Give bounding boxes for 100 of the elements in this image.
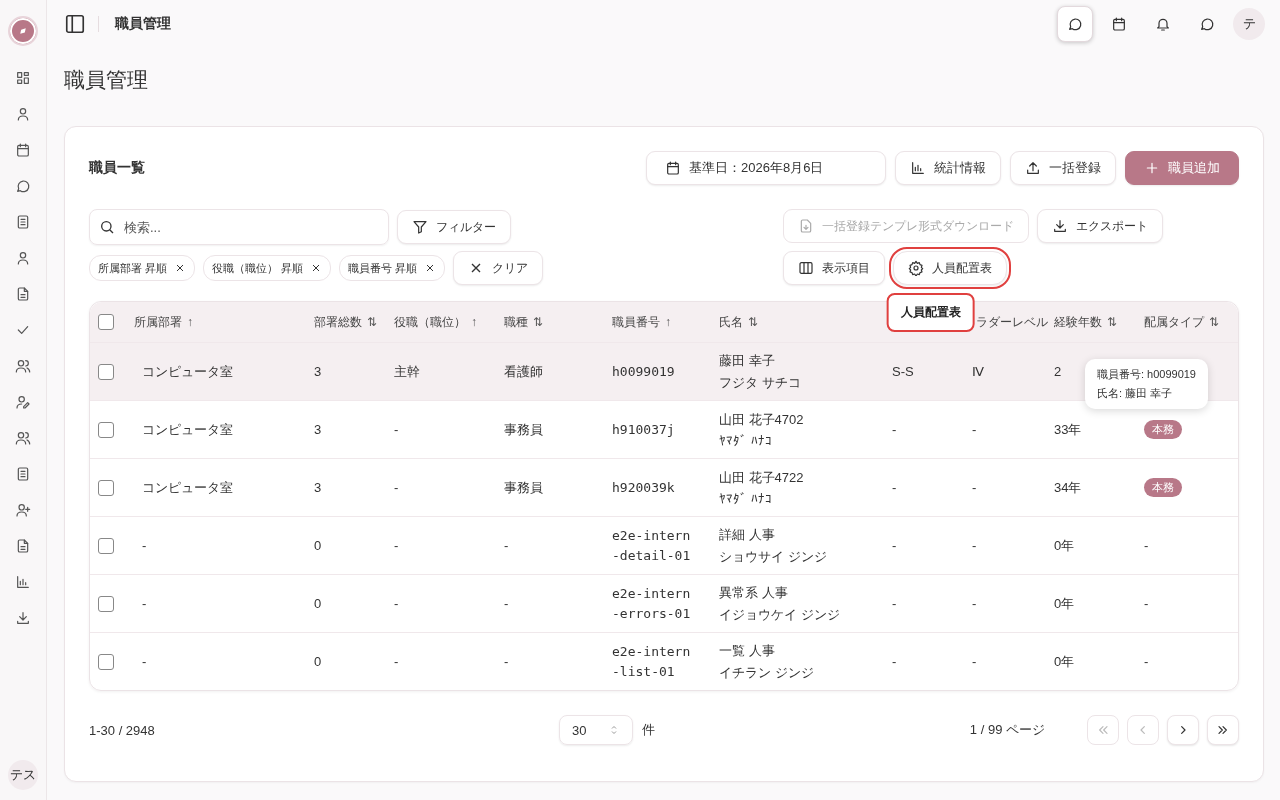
upload-icon bbox=[1025, 160, 1041, 176]
document-icon bbox=[15, 214, 31, 230]
sidebar-toggle-button[interactable] bbox=[64, 13, 86, 35]
position-cell: - bbox=[394, 596, 399, 611]
staff-name: 山田 花子4702 bbox=[719, 411, 804, 429]
experience-years-cell: 33年 bbox=[1054, 420, 1082, 439]
statistics-button[interactable]: 統計情報 bbox=[895, 151, 1001, 185]
row-checkbox[interactable] bbox=[98, 537, 114, 554]
staff-name-kana: フジタ サチコ bbox=[719, 373, 801, 392]
calendar-icon bbox=[1111, 16, 1127, 32]
job-type-cell: - bbox=[504, 654, 509, 669]
page-size-select[interactable]: 30 bbox=[559, 715, 633, 745]
grade-cell: - bbox=[892, 654, 897, 669]
tooltip-line: 氏名: 藤田 幸子 bbox=[1096, 386, 1174, 401]
bar-chart-icon bbox=[15, 574, 31, 590]
assignment-cell: - bbox=[1144, 538, 1149, 553]
staff-number-cell-text: h920039k bbox=[612, 478, 676, 497]
staff-name: 詳細 人事 bbox=[719, 525, 775, 544]
compass-logo-icon[interactable] bbox=[8, 16, 38, 46]
ladder-level-cell: - bbox=[972, 480, 977, 495]
date-button[interactable]: 基準日：2026年8月6日 bbox=[646, 151, 886, 185]
sort-indicator[interactable]: ⇅ bbox=[1107, 315, 1118, 329]
department-count-cell: 3 bbox=[314, 480, 322, 495]
sort-chip[interactable]: 職員番号 昇順 bbox=[339, 255, 446, 281]
sort-indicator[interactable]: ↑ bbox=[471, 315, 477, 329]
column-header[interactable]: 氏名 bbox=[719, 313, 743, 331]
row-checkbox[interactable] bbox=[98, 363, 114, 380]
department-count-cell: 0 bbox=[314, 596, 322, 611]
department-count-cell: 3 bbox=[314, 422, 322, 437]
row-checkbox[interactable] bbox=[98, 595, 114, 612]
experience-years-cell: 0年 bbox=[1054, 536, 1075, 555]
notification-icon bbox=[1155, 16, 1171, 32]
department-count-cell: 0 bbox=[314, 654, 322, 669]
column-header[interactable]: 役職（職位） bbox=[394, 313, 466, 331]
grid-icon bbox=[15, 70, 31, 86]
sort-indicator[interactable]: ↑ bbox=[187, 315, 193, 329]
job-type-cell: 看護師 bbox=[504, 362, 543, 381]
column-header[interactable]: 所属部署 bbox=[134, 313, 182, 331]
staff-name-kana: ﾔﾏﾀﾞ ﾊﾅｺ bbox=[719, 433, 772, 448]
column-header[interactable]: 部署総数 bbox=[314, 313, 362, 331]
column-header[interactable]: 経験年数 bbox=[1054, 313, 1102, 331]
staff-name-kana: ショウサイ ジンジ bbox=[719, 547, 827, 566]
sort-indicator[interactable]: ↑ bbox=[665, 315, 671, 329]
calendar-icon bbox=[15, 142, 31, 158]
column-header[interactable]: 配属タイプ bbox=[1144, 313, 1204, 331]
staff-name-kana: イチラン ジンジ bbox=[719, 663, 814, 682]
column-header[interactable]: ラダーレベル bbox=[976, 313, 1048, 331]
select-all-checkbox[interactable] bbox=[98, 314, 114, 330]
clear-button[interactable]: クリア bbox=[453, 251, 544, 285]
search-icon bbox=[99, 219, 115, 235]
staff-number-cell-text: h0099019 bbox=[612, 362, 676, 381]
calendar-icon bbox=[665, 160, 681, 176]
last-page-button[interactable] bbox=[1207, 715, 1239, 745]
tooltip-line: 職員番号: h0099019 bbox=[1096, 367, 1196, 382]
record-range: 1-30 / 2948 bbox=[89, 722, 156, 738]
grade-cell: - bbox=[892, 538, 897, 553]
grade-cell: S-S bbox=[892, 364, 914, 379]
bulk-register-button[interactable]: 一括登録 bbox=[1010, 151, 1116, 185]
search-field[interactable]: 検索... bbox=[89, 209, 389, 245]
column-header[interactable]: 職員番号 bbox=[612, 313, 660, 331]
row-checkbox[interactable] bbox=[98, 653, 114, 670]
assignment-cell: - bbox=[1144, 654, 1149, 669]
department-count-cell: 0 bbox=[314, 538, 322, 553]
chat-icon bbox=[1067, 16, 1083, 32]
grade-cell: - bbox=[892, 480, 897, 495]
filter-button[interactable]: フィルター bbox=[397, 210, 511, 244]
person-pencil-icon bbox=[15, 394, 31, 410]
sort-chip[interactable]: 役職（職位） 昇順 bbox=[203, 255, 332, 281]
file-icon bbox=[15, 286, 31, 302]
position-cell: - bbox=[394, 422, 399, 437]
department-cell: - bbox=[142, 654, 147, 669]
grade-cell: - bbox=[892, 596, 897, 611]
sort-indicator[interactable]: ⇅ bbox=[533, 315, 544, 329]
row-checkbox[interactable] bbox=[98, 479, 114, 496]
department-cell: コンピュータ室 bbox=[142, 362, 233, 381]
user-avatar[interactable]: テス bbox=[8, 760, 38, 790]
user-avatar[interactable]: テ bbox=[1233, 8, 1265, 40]
person-icon bbox=[15, 106, 31, 122]
export-button[interactable]: エクスポート bbox=[1037, 209, 1163, 243]
sort-indicator[interactable]: ⇅ bbox=[748, 315, 759, 329]
person-icon bbox=[15, 250, 31, 266]
sort-indicator[interactable]: ⇅ bbox=[367, 315, 378, 329]
ladder-level-cell: - bbox=[972, 538, 977, 553]
ladder-level-cell: - bbox=[972, 654, 977, 669]
columns-button[interactable]: 表示項目 bbox=[783, 251, 885, 285]
card-title: 職員一覧 bbox=[89, 159, 145, 177]
experience-years-cell: 0年 bbox=[1054, 652, 1075, 671]
staff-name-kana: イジョウケイ ジンジ bbox=[719, 605, 840, 624]
experience-years-cell: 34年 bbox=[1054, 478, 1082, 497]
download-icon bbox=[1052, 218, 1068, 234]
page-info: 1 / 99 ページ bbox=[969, 721, 1045, 739]
sort-chip[interactable]: 所属部署 昇順 bbox=[89, 255, 196, 281]
people-icon bbox=[15, 430, 31, 446]
chat-button[interactable] bbox=[1057, 6, 1093, 42]
sort-indicator[interactable]: ⇅ bbox=[1209, 315, 1220, 329]
staff-name: 異常系 人事 bbox=[719, 583, 788, 602]
column-header[interactable]: 職種 bbox=[504, 313, 528, 331]
department-count-cell: 3 bbox=[314, 364, 322, 379]
person-plus-icon bbox=[15, 502, 31, 518]
row-checkbox[interactable] bbox=[98, 421, 114, 438]
